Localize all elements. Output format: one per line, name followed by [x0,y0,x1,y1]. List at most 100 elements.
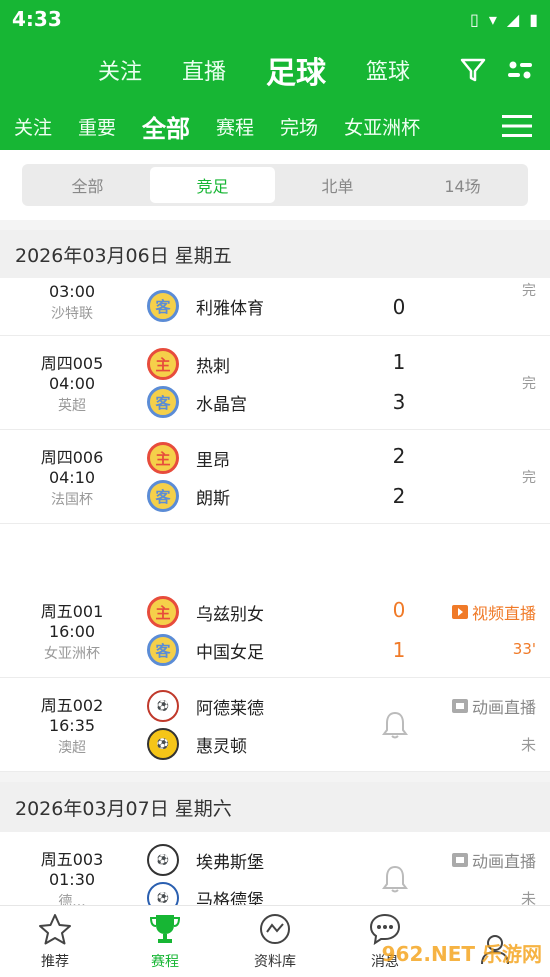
team-name: 朗斯 [196,488,230,509]
date-header: 2026年03月07日 星期六 [0,782,550,832]
team-name: 水晶宫 [196,394,247,415]
match-league: 澳超 [58,740,86,756]
team-logo-icon: ⚽ [147,690,179,722]
away-badge-icon: 客 [147,290,179,322]
chart-circle-icon [260,914,290,944]
subtab-important[interactable]: 重要 [78,113,116,140]
match-row[interactable]: 周四006 04:10 法国杯 主 里昂 客 朗斯 2 2 完 [0,430,550,524]
team-logo-icon: ⚽ [147,844,179,876]
subtab-follow[interactable]: 关注 [14,113,52,140]
match-row[interactable]: 03:00 沙特联 客 利雅体育 0 完 [0,278,550,336]
match-state: 未 [520,736,536,754]
home-team: 主 乌兹别女 [147,596,264,628]
animation-live-link[interactable]: 动画直播 [451,848,536,872]
match-time: 01:30 [48,870,96,889]
match-league: 女亚洲杯 [44,646,100,662]
team-name: 乌兹别女 [196,604,264,625]
match-time: 04:00 [48,374,96,393]
away-team: 客 朗斯 [147,480,230,512]
team-logo-icon: ⚽ [147,728,179,760]
menu-icon[interactable] [502,114,532,138]
segment-jingzu[interactable]: 竞足 [150,167,275,203]
home-score: 0 [392,598,406,622]
vibrate-icon: ▯ [470,9,479,29]
home-team: ⚽ 埃弗斯堡 [147,844,264,876]
home-badge-icon: 主 [147,442,179,474]
trophy-icon [149,915,181,943]
home-team: 主 里昂 [147,442,230,474]
match-row[interactable]: 周四005 04:00 英超 主 热刺 客 水晶宫 1 3 完 [0,336,550,430]
home-team: 主 热刺 [147,348,230,380]
match-code: 周五003 [40,850,104,869]
team-name: 利雅体育 [196,298,264,319]
subtab-all[interactable]: 全部 [142,109,190,144]
away-badge-icon: 客 [147,634,179,666]
tab-follow[interactable]: 关注 [98,54,162,86]
match-time: 04:10 [48,468,96,487]
settings-dots-icon[interactable] [506,57,534,83]
home-badge-icon: 主 [147,596,179,628]
segment-all[interactable]: 全部 [25,167,150,203]
subtab-womens-asian-cup[interactable]: 女亚洲杯 [344,113,420,140]
match-row[interactable]: 周五002 16:35 澳超 ⚽ 阿德莱德 ⚽ 惠灵顿 动画直播 未 [0,678,550,772]
team-name: 中国女足 [196,642,264,663]
nav-recommend[interactable]: 推荐 [0,906,110,977]
video-play-icon [451,605,468,619]
away-score: 2 [392,484,406,508]
animation-live-link[interactable]: 动画直播 [451,694,536,718]
animation-live-label: 动画直播 [471,698,536,717]
away-badge-icon: 客 [147,480,179,512]
status-bar: 4:33 ▯ ▾ ◢ ▮ [0,0,550,38]
home-team: ⚽ 阿德莱德 [147,690,264,722]
match-code: 周四005 [40,354,104,373]
animation-icon [451,853,468,867]
nav-label: 推荐 [41,954,69,970]
tab-live[interactable]: 直播 [162,54,246,86]
match-time: 16:00 [48,622,96,641]
subtab-finished[interactable]: 完场 [280,113,318,140]
date-header: 2026年03月06日 星期五 [0,230,550,278]
nav-schedule[interactable]: 赛程 [110,906,220,977]
team-name: 埃弗斯堡 [196,852,264,873]
home-score: 1 [392,350,406,374]
filter-icon[interactable] [460,57,486,83]
match-league: 法国杯 [51,492,93,508]
star-icon [39,914,71,945]
video-live-label: 视频直播 [471,604,536,623]
bell-icon[interactable] [380,710,410,740]
home-badge-icon: 主 [147,348,179,380]
segment-14[interactable]: 14场 [400,167,525,203]
segment-beidan[interactable]: 北单 [275,167,400,203]
battery-icon: ▮ [529,9,538,29]
sub-nav: 关注 重要 全部 赛程 完场 女亚洲杯 [0,102,550,150]
signal-icon: ◢ [506,9,520,29]
match-time: 16:35 [48,716,96,735]
away-team: ⚽ 惠灵顿 [147,728,247,760]
status-icons: ▯ ▾ ◢ ▮ [470,10,538,29]
tab-football[interactable]: 足球 [246,48,346,92]
nav-database[interactable]: 资料库 [220,906,330,977]
team-name: 热刺 [196,356,230,377]
watermark: 962.NET 乐游网 [381,942,542,966]
home-score: 2 [392,444,406,468]
match-row[interactable]: 周五001 16:00 女亚洲杯 主 乌兹别女 客 中国女足 0 1 视频直播 … [0,584,550,678]
tab-basketball[interactable]: 篮球 [346,54,430,86]
spacer [0,524,550,584]
nav-label: 赛程 [151,954,179,970]
match-code: 周四006 [40,448,104,467]
away-team: 客 水晶宫 [147,386,247,418]
subtab-schedule[interactable]: 赛程 [216,113,254,140]
video-live-link[interactable]: 视频直播 [451,600,536,624]
away-team: 客 中国女足 [147,634,264,666]
segment-bar: 全部 竞足 北单 14场 [0,150,550,220]
bell-icon[interactable] [380,864,410,894]
away-score: 0 [392,295,406,319]
match-code: 周五001 [40,602,104,621]
match-code: 周五002 [40,696,104,715]
segment-control: 全部 竞足 北单 14场 [22,164,528,206]
team-name: 阿德莱德 [196,698,264,719]
wifi-icon: ▾ [488,9,497,29]
animation-icon [451,699,468,713]
clock: 4:33 [12,7,62,31]
match-status: 完 [522,283,536,299]
